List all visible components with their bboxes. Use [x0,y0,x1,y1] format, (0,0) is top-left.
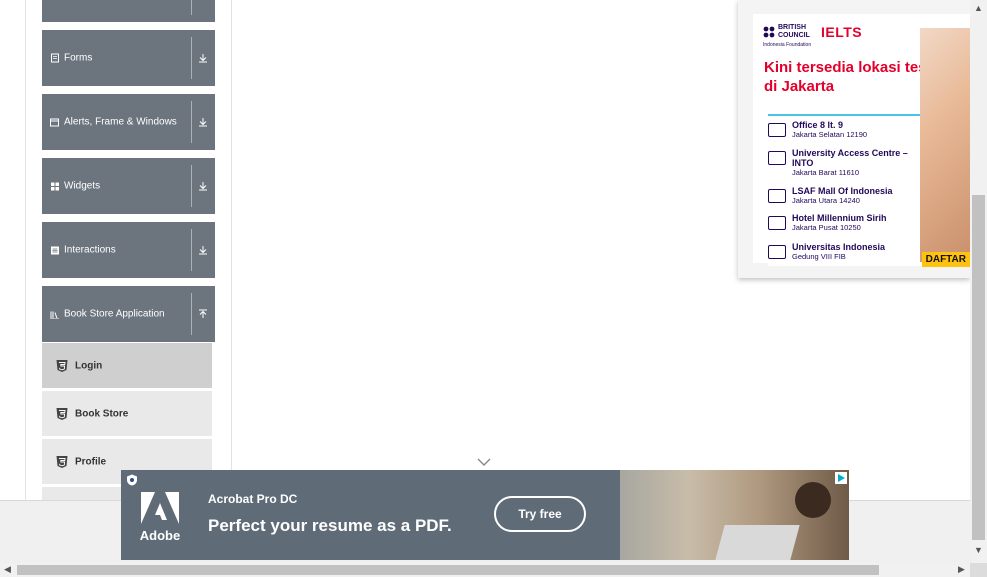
ielts-ad-panel: BRITISH COUNCIL IELTS Indonesia Foundati… [753,14,970,267]
ad-headline: Kini tersedia lokasi test di Jakarta [764,59,932,95]
ad-photo [920,28,970,262]
group-divider [191,37,192,79]
menu-item-login[interactable]: Login [42,342,212,388]
computer-icon [768,151,786,165]
try-free-button[interactable]: Try free [494,496,586,532]
scroll-right-icon[interactable]: ▶ [958,564,965,575]
sidebar-group-interactions[interactable]: Interactions [42,222,215,278]
laptop-image [715,525,800,560]
file-icon [50,53,59,63]
location-item: Universitas Indonesia Gedung VIII FIB [768,242,885,261]
computer-icon [768,123,786,137]
sidebar-group-label: Book Store Application [64,308,165,320]
scrollbar-corner [970,563,987,577]
sidebar-group-forms[interactable]: Forms [42,30,215,86]
daftar-button[interactable]: DAFTAR [921,252,970,267]
sidebar-group-elements[interactable] [42,0,215,22]
expand-arrow-icon[interactable] [197,52,209,64]
british-council-logo-icon [763,26,775,38]
html5-icon [56,359,68,372]
sidebar-group-label: Widgets [64,180,101,192]
scrollbar-thumb[interactable] [972,195,985,540]
document-icon [768,216,786,230]
sidebar-group-alerts[interactable]: Alerts, Frame & Windows [42,94,215,150]
location-item: Office 8 lt. 9 Jakarta Selatan 12190 [768,120,867,139]
british-council-text: BRITISH COUNCIL [778,24,810,39]
group-divider [191,0,192,15]
list-icon [50,246,59,255]
window-icon [50,118,59,127]
expand-arrow-icon[interactable] [197,180,209,192]
shield-icon [127,474,137,486]
location-item: University Access Centre – INTO Jakarta … [768,148,912,177]
sidebar-group-label: Forms [64,52,93,64]
product-name: Acrobat Pro DC [208,492,298,506]
ad-photo [620,470,849,560]
vertical-scrollbar[interactable]: ▲ ▼ [970,0,987,563]
horizontal-scrollbar[interactable]: ◀ ▶ [0,563,970,577]
html5-icon [56,455,68,468]
computer-icon [768,245,786,259]
sidebar-group-label: Interactions [64,244,116,256]
group-divider [191,165,192,207]
adobe-advertisement[interactable]: Adobe Acrobat Pro DC Perfect your resume… [121,470,849,560]
location-item: LSAF Mall Of Indonesia Jakarta Utara 142… [768,186,893,205]
scroll-left-icon[interactable]: ◀ [4,564,11,575]
sidebar-border [231,0,232,500]
chevron-down-icon[interactable] [477,457,491,467]
left-border [25,0,26,500]
menu-item-label: Profile [75,456,107,467]
group-divider [191,229,192,271]
html5-icon [56,407,68,420]
scroll-up-icon[interactable]: ▲ [974,3,983,13]
ielts-advertisement[interactable]: BRITISH COUNCIL IELTS Indonesia Foundati… [738,0,970,278]
adchoices-icon[interactable] [835,472,847,484]
expand-arrow-icon[interactable] [197,116,209,128]
menu-item-label: Book Store [75,408,129,419]
ad-tagline: Perfect your resume as a PDF. [208,516,452,535]
location-item: Hotel Millennium Sirih Jakarta Pusat 102… [768,213,887,232]
book-icon [50,310,59,319]
foundation-text: Indonesia Foundation [763,42,812,48]
collapse-arrow-icon[interactable] [197,308,209,320]
ielts-logo: IELTS [821,24,863,40]
sidebar-group-label: Alerts, Frame & Windows [64,116,177,128]
sidebar-group-book-store[interactable]: Book Store Application [42,286,215,342]
adobe-brand-text: Adobe [139,528,181,543]
menu-item-label: Login [75,360,103,371]
group-divider [191,293,192,335]
scrollbar-thumb[interactable] [17,565,879,575]
group-divider [191,101,192,143]
person-image [795,482,831,518]
grid-icon [50,182,59,191]
expand-arrow-icon[interactable] [197,244,209,256]
menu-item-book-store[interactable]: Book Store [42,390,212,436]
adobe-logo-icon [141,492,179,524]
sidebar-group-widgets[interactable]: Widgets [42,158,215,214]
scroll-down-icon[interactable]: ▼ [974,545,983,555]
computer-icon [768,189,786,203]
